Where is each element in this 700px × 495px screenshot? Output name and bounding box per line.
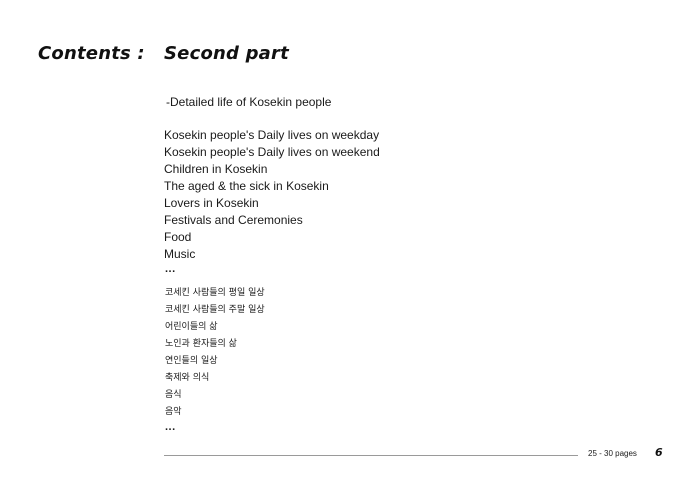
contents-heading: Contents : [38, 43, 145, 64]
list-item: Lovers in Kosekin [164, 196, 259, 210]
korean-list-ellipsis: ... [165, 421, 176, 433]
list-item: 코세킨 사람들의 평일 일상 [165, 288, 265, 298]
english-contents-list: Kosekin people's Daily lives on weekday … [164, 127, 380, 263]
list-item: 음악 [165, 407, 182, 417]
list-item: 어린이들의 삶 [165, 322, 218, 332]
section-subtitle: -Detailed life of Kosekin people [166, 95, 332, 109]
list-item: 축제와 의식 [165, 373, 210, 383]
list-item: The aged & the sick in Kosekin [164, 179, 329, 193]
list-item: Kosekin people's Daily lives on weekend [164, 145, 380, 159]
list-item: Food [164, 230, 192, 244]
list-item: Music [164, 247, 196, 261]
list-item: Children in Kosekin [164, 162, 268, 176]
list-item: 코세킨 사람들의 주말 일상 [165, 305, 265, 315]
section-title: Second part [164, 43, 289, 64]
page-number: 6 [655, 446, 663, 459]
list-item: 음식 [165, 390, 182, 400]
list-item: 노인과 환자들의 삶 [165, 339, 237, 349]
list-item: Festivals and Ceremonies [164, 213, 303, 227]
list-item: 연인들의 일상 [165, 356, 218, 366]
english-list-ellipsis: ... [165, 263, 176, 275]
korean-contents-list: 코세킨 사람들의 평일 일상 코세킨 사람들의 주말 일상 어린이들의 삶 노인… [165, 285, 265, 421]
footer-divider [164, 455, 578, 456]
list-item: Kosekin people's Daily lives on weekday [164, 128, 380, 142]
page-range-label: 25 - 30 pages [588, 449, 637, 458]
